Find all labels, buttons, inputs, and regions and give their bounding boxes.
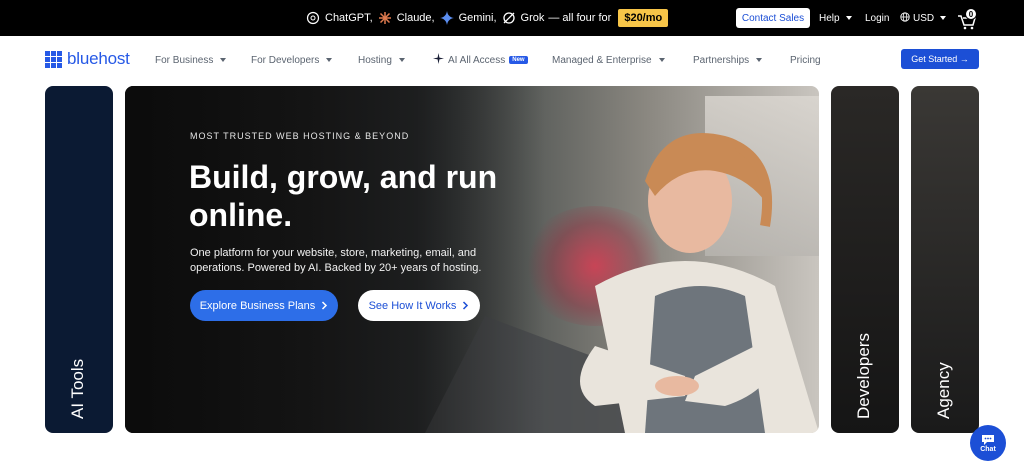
- help-label: Help: [819, 12, 840, 24]
- logo-text: bluehost: [67, 49, 130, 68]
- chevron-down-icon: [940, 16, 947, 20]
- currency-label: USD: [913, 12, 935, 24]
- ai-promo[interactable]: ChatGPT, Claude, Gemini, Grok — all four…: [305, 0, 669, 36]
- chevron-down-icon: [756, 58, 763, 62]
- agency-label: Agency: [934, 362, 953, 419]
- currency-selector[interactable]: USD: [900, 0, 947, 36]
- chevron-right-icon: [322, 301, 328, 310]
- nav-pricing[interactable]: Pricing: [790, 36, 821, 84]
- hero-banner: MOST TRUSTED WEB HOSTING & BEYOND Build,…: [125, 86, 819, 433]
- nav-hosting[interactable]: Hosting: [358, 36, 405, 84]
- explore-label: Explore Business Plans: [199, 299, 316, 312]
- nav-label: Pricing: [790, 54, 821, 66]
- nav-label: For Business: [155, 54, 214, 66]
- see-how-label: See How It Works: [368, 299, 457, 312]
- nav-label: Managed & Enterprise: [552, 54, 652, 66]
- ai-tools-card[interactable]: AI Tools: [45, 86, 113, 433]
- hero-title: Build, grow, and run online.: [189, 159, 498, 233]
- promo-tail-text: — all four for: [548, 12, 612, 24]
- help-menu[interactable]: Help: [819, 0, 852, 36]
- announcement-bar: ChatGPT, Claude, Gemini, Grok — all four…: [0, 0, 1024, 36]
- nav-label: Hosting: [358, 54, 392, 66]
- grok-icon: [501, 10, 517, 26]
- login-link[interactable]: Login: [865, 0, 889, 36]
- globe-icon: [900, 11, 910, 25]
- chevron-down-icon: [326, 58, 333, 62]
- chevron-down-icon: [845, 16, 852, 20]
- gemini-icon: [439, 10, 455, 26]
- chat-icon: [982, 434, 994, 445]
- explore-business-plans-button[interactable]: Explore Business Plans: [190, 290, 338, 321]
- hero-subtitle: One platform for your website, store, ma…: [190, 247, 482, 274]
- contact-sales-button[interactable]: Contact Sales: [736, 8, 810, 28]
- developers-label: Developers: [854, 333, 873, 419]
- claude-icon: [377, 10, 393, 26]
- new-badge: New: [509, 56, 528, 64]
- developers-card[interactable]: Developers: [831, 86, 899, 433]
- bluehost-logo[interactable]: bluehost: [45, 49, 130, 69]
- main-nav: bluehost For Business For Developers Hos…: [0, 36, 1024, 84]
- agency-card[interactable]: Agency: [911, 86, 979, 433]
- logo-grid-icon: [45, 50, 62, 68]
- chevron-down-icon: [658, 58, 665, 62]
- chevron-right-icon: [463, 301, 469, 310]
- model-claude: Claude,: [396, 12, 435, 24]
- nav-label: For Developers: [251, 54, 320, 66]
- nav-partnerships[interactable]: Partnerships: [693, 36, 763, 84]
- chat-widget-button[interactable]: Chat: [970, 425, 1006, 461]
- chat-label: Chat: [980, 445, 996, 453]
- nav-ai-all-access[interactable]: AI All Access New: [433, 36, 528, 84]
- nav-label: Partnerships: [693, 54, 750, 66]
- hero-eyebrow: MOST TRUSTED WEB HOSTING & BEYOND: [190, 131, 410, 141]
- cart-count-badge: 0: [965, 8, 977, 20]
- model-grok: Grok: [520, 12, 545, 24]
- model-gemini: Gemini,: [458, 12, 497, 24]
- nav-for-business[interactable]: For Business: [155, 36, 227, 84]
- ai-tools-label: AI Tools: [68, 358, 87, 419]
- see-how-it-works-button[interactable]: See How It Works: [358, 290, 480, 321]
- nav-label: AI All Access: [448, 54, 506, 66]
- model-chatgpt: ChatGPT,: [325, 12, 373, 24]
- chevron-down-icon: [220, 58, 227, 62]
- chevron-down-icon: [398, 58, 405, 62]
- nav-managed-enterprise[interactable]: Managed & Enterprise: [552, 36, 665, 84]
- get-started-button[interactable]: Get Started →: [901, 49, 979, 69]
- chatgpt-icon: [305, 10, 321, 26]
- sparkle-icon: [433, 53, 444, 67]
- price-badge: $20/mo: [618, 9, 669, 27]
- nav-for-developers[interactable]: For Developers: [251, 36, 333, 84]
